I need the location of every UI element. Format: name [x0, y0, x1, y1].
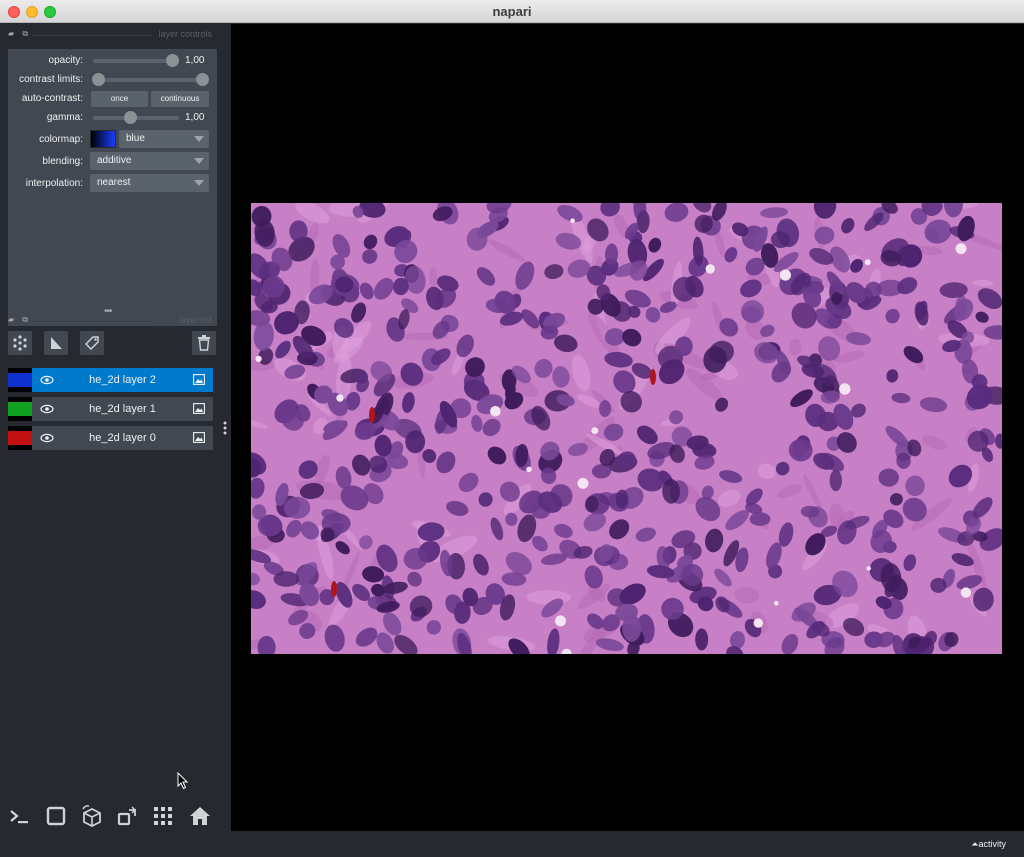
delete-layer-button[interactable] [192, 331, 216, 355]
home-icon [190, 807, 210, 825]
transpose-dimensions-button[interactable] [114, 803, 140, 829]
colormap-row: colormap: blue [8, 130, 217, 150]
new-labels-layer-button[interactable] [80, 331, 104, 355]
auto-contrast-once-button[interactable]: once [91, 91, 148, 107]
image-layer-icon [193, 374, 205, 385]
layer-row-2[interactable]: he_2d layer 2 [8, 368, 213, 392]
contrast-limits-label: contrast limits: [19, 74, 83, 85]
layer-thumbnail [8, 426, 32, 450]
interpolation-combobox[interactable]: nearest [90, 174, 209, 192]
auto-contrast-continuous-button[interactable]: continuous [151, 91, 209, 107]
interpolation-label: interpolation: [25, 178, 83, 189]
trash-icon [198, 335, 210, 351]
colormap-swatch [90, 130, 116, 148]
label-tag-icon [84, 336, 99, 351]
transpose-icon [117, 806, 137, 826]
shapes-icon [51, 337, 62, 349]
console-button[interactable] [6, 803, 32, 829]
visibility-eye-icon[interactable] [40, 373, 54, 387]
dock-float-close-icon[interactable]: ▰ ⧉ [8, 29, 31, 39]
blending-value: additive [97, 155, 132, 166]
blending-label: blending: [42, 156, 83, 167]
layer-name[interactable]: he_2d layer 0 [64, 432, 181, 444]
visibility-eye-icon[interactable] [40, 431, 54, 445]
contrast-min-handle[interactable] [92, 73, 105, 86]
colormap-value: blue [126, 133, 145, 144]
layer-thumbnail [8, 368, 32, 392]
layer-name[interactable]: he_2d layer 2 [64, 374, 181, 386]
viewer-canvas[interactable] [231, 24, 1024, 831]
he-tissue-image [251, 203, 1002, 654]
layer-list-header: ▰ ⧉ layer list [8, 314, 216, 328]
gamma-slider-handle[interactable] [124, 111, 137, 124]
colormap-combobox[interactable]: blue [119, 130, 209, 148]
image-layer-icon [193, 432, 205, 443]
gamma-value: 1,00 [185, 112, 205, 123]
image-layer-icon [193, 403, 205, 414]
auto-contrast-row: auto-contrast: once continuous [8, 89, 217, 109]
layer-name[interactable]: he_2d layer 1 [64, 403, 181, 415]
colormap-label: colormap: [39, 134, 83, 145]
blending-row: blending: additive [8, 152, 217, 172]
opacity-row: opacity: 1,00 [8, 51, 217, 71]
window-title: napari [492, 4, 532, 19]
reset-view-button[interactable] [187, 803, 213, 829]
layer-row-0[interactable]: he_2d layer 0 [8, 426, 213, 450]
opacity-label: opacity: [48, 55, 83, 66]
dock-float-close-icon[interactable]: ▰ ⧉ [8, 315, 31, 325]
chevron-down-icon [194, 180, 204, 186]
layer-controls-title: layer controls [158, 29, 212, 39]
gamma-row: gamma: 1,00 [8, 108, 217, 128]
interpolation-row: interpolation: nearest [8, 174, 217, 194]
square-2d-icon [46, 806, 66, 826]
chevron-down-icon [194, 136, 204, 142]
gamma-label: gamma: [46, 112, 83, 123]
roll-dimensions-button[interactable] [79, 803, 105, 829]
cube-roll-icon [82, 805, 101, 827]
layer-controls-panel: opacity: 1,00 contrast limits: auto-cont… [8, 49, 217, 326]
contrast-limits-row: contrast limits: [8, 70, 217, 90]
left-dock: ▰ ⧉ layer controls opacity: 1,00 contras… [0, 24, 231, 831]
activity-label: activity [978, 839, 1006, 849]
contrast-limits-slider[interactable] [93, 78, 205, 82]
blending-combobox[interactable]: additive [90, 152, 209, 170]
visibility-eye-icon[interactable] [40, 402, 54, 416]
layer-thumbnail [8, 397, 32, 421]
activity-button[interactable]: ⏶activity [971, 839, 1006, 850]
auto-contrast-label: auto-contrast: [21, 93, 83, 104]
dock-resize-handle-icon[interactable] [222, 420, 228, 436]
new-shapes-layer-button[interactable] [44, 331, 68, 355]
window-titlebar: napari [0, 0, 1024, 23]
layer-row-1[interactable]: he_2d layer 1 [8, 397, 213, 421]
points-icon [13, 335, 27, 351]
layer-controls-header: ▰ ⧉ layer controls [8, 28, 216, 42]
mouse-pointer-icon [177, 772, 189, 790]
new-points-layer-button[interactable] [8, 331, 32, 355]
status-bar: ⏶activity [0, 831, 1024, 857]
contrast-max-handle[interactable] [196, 73, 209, 86]
interpolation-value: nearest [97, 177, 131, 188]
grid-icon [154, 807, 172, 825]
opacity-slider-handle[interactable] [166, 54, 179, 67]
chevron-down-icon [194, 158, 204, 164]
toggle-ndisplay-button[interactable] [43, 803, 69, 829]
grid-view-button[interactable] [150, 803, 176, 829]
opacity-value: 1,00 [185, 55, 205, 66]
layer-list-title: layer list [178, 315, 212, 325]
tissue-image-render [251, 203, 1002, 654]
terminal-icon [10, 810, 28, 824]
